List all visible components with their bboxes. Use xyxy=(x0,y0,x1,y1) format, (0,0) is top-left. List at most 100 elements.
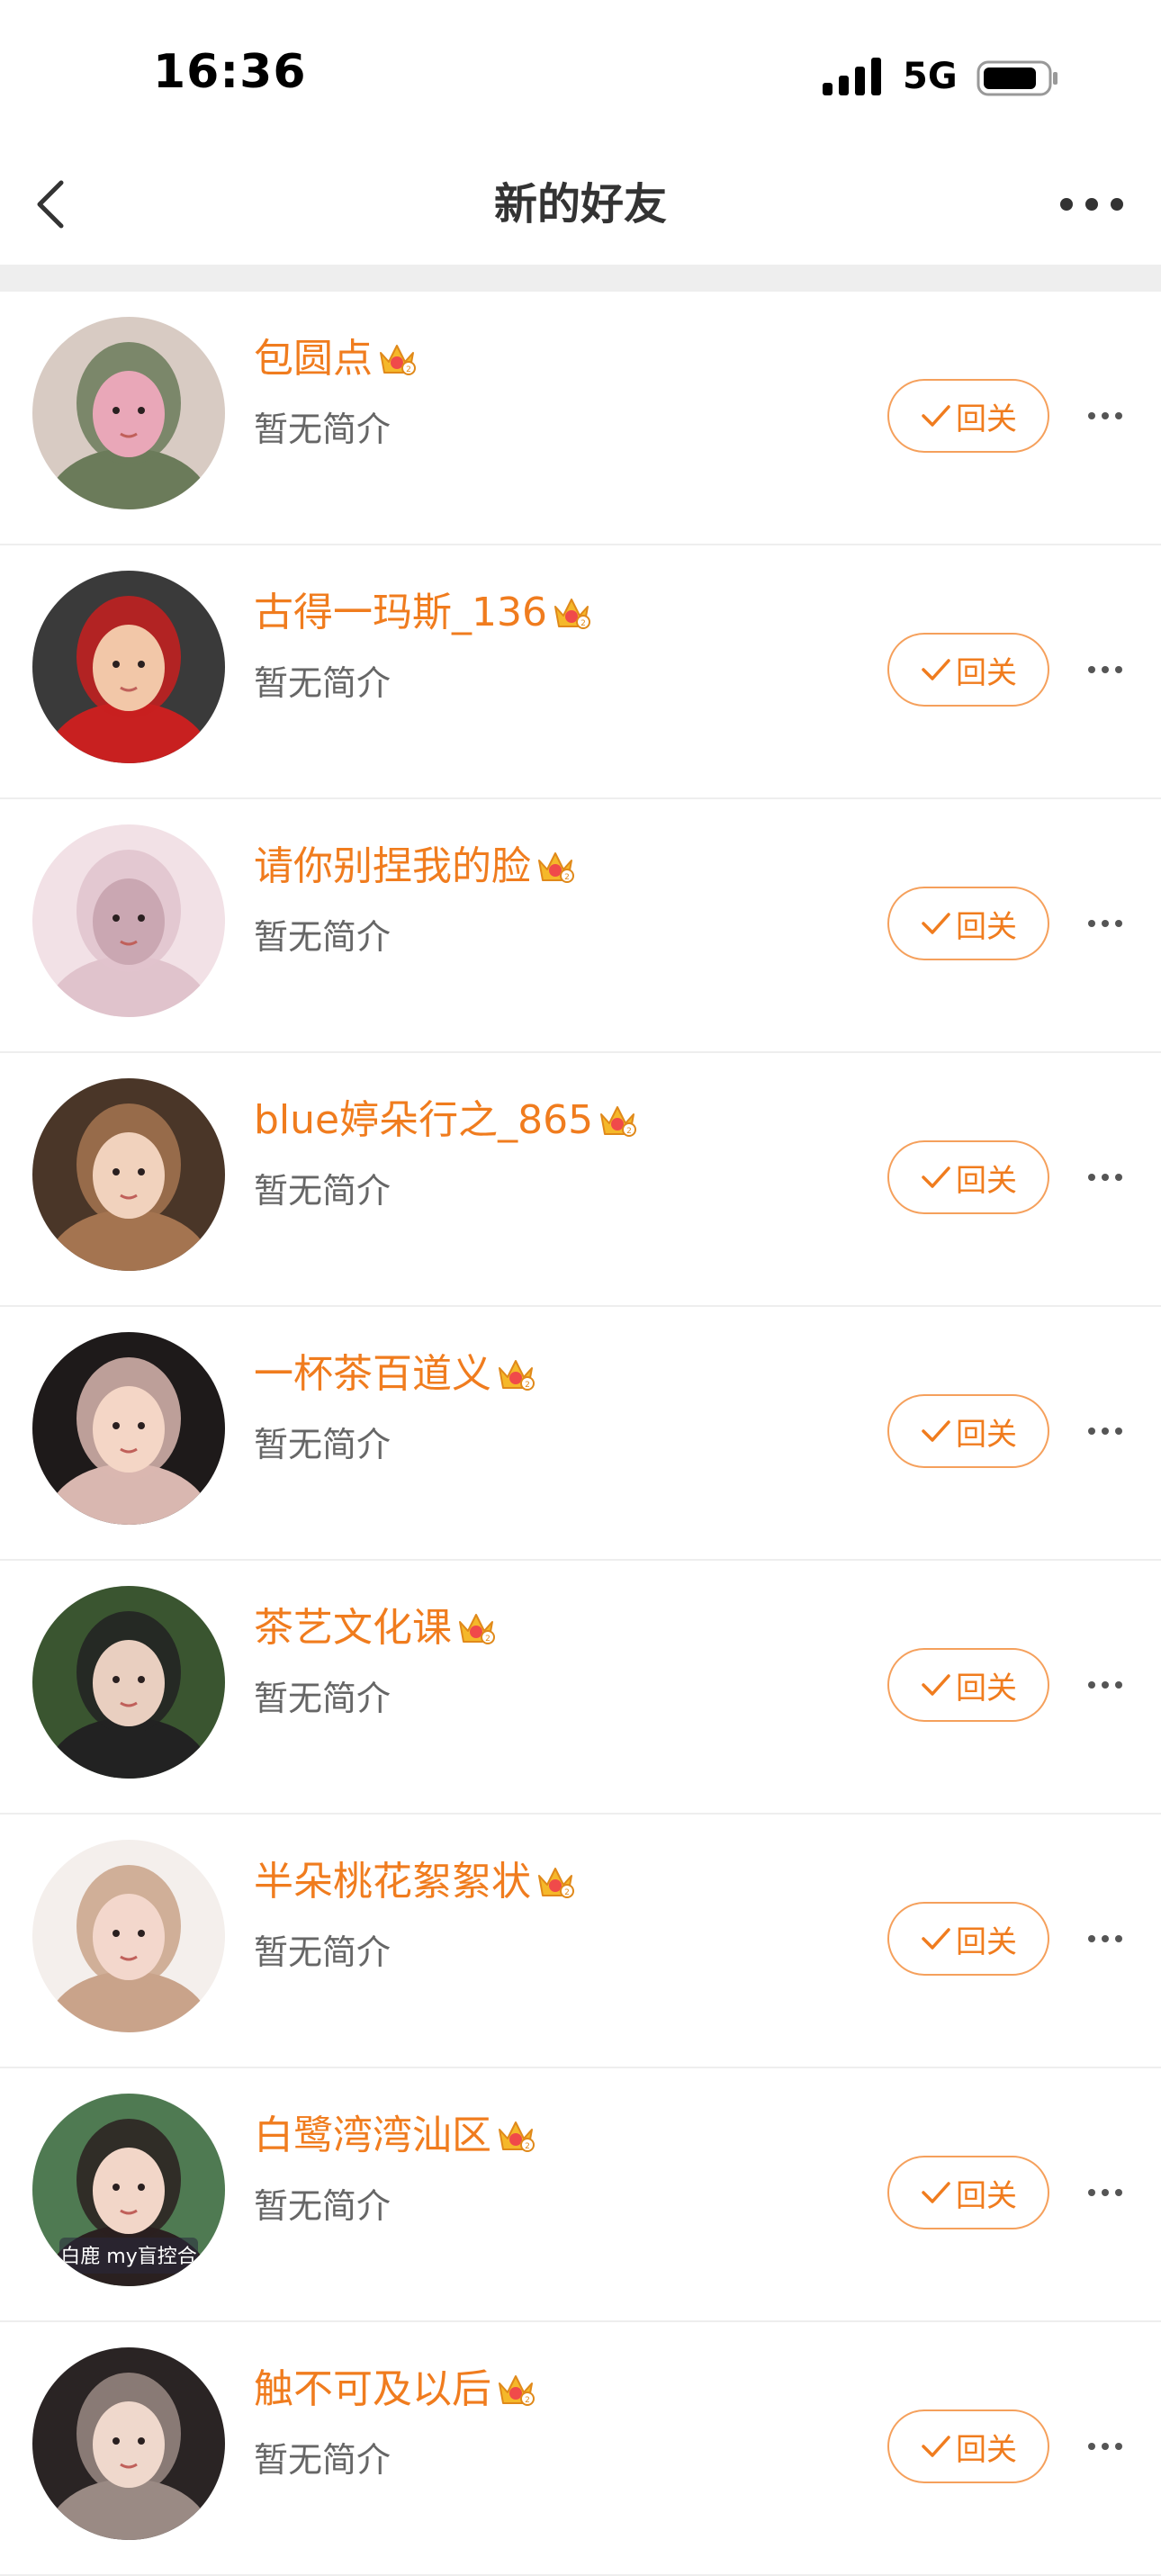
more-horizontal-icon xyxy=(1088,1428,1122,1435)
friend-row[interactable]: 一杯茶百道义 2 暂无简介 回关 xyxy=(0,1307,1161,1561)
more-horizontal-icon xyxy=(1088,1174,1122,1181)
crown-badge-icon: 2 xyxy=(459,1614,495,1644)
crown-badge-icon: 2 xyxy=(499,1360,535,1391)
follow-back-label: 回关 xyxy=(956,1162,1017,1199)
more-horizontal-icon xyxy=(1088,2189,1122,2196)
follow-back-label: 回关 xyxy=(956,1416,1017,1453)
row-more-button[interactable] xyxy=(1076,1406,1134,1456)
follow-back-button[interactable]: 回关 xyxy=(887,1902,1049,1976)
avatar[interactable] xyxy=(32,1078,225,1271)
follow-back-label: 回关 xyxy=(956,654,1017,691)
friend-bio: 暂无简介 xyxy=(254,1425,392,1464)
friend-bio: 暂无简介 xyxy=(254,2186,392,2226)
follow-back-button[interactable]: 回关 xyxy=(887,1648,1049,1722)
friend-name[interactable]: 半朵桃花絮絮状 xyxy=(254,1852,531,1912)
more-horizontal-icon xyxy=(1060,198,1123,211)
crown-badge-icon: 2 xyxy=(499,2121,535,2152)
avatar[interactable] xyxy=(32,1586,225,1779)
friend-row[interactable]: 茶艺文化课 2 暂无简介 回关 xyxy=(0,1561,1161,1815)
friend-name[interactable]: 包圆点 xyxy=(254,329,373,389)
avatar-image xyxy=(32,1840,225,2032)
avatar[interactable] xyxy=(32,317,225,509)
follow-back-button[interactable]: 回关 xyxy=(887,379,1049,453)
status-time: 16:36 xyxy=(153,45,307,99)
svg-text:2: 2 xyxy=(580,619,586,628)
check-icon xyxy=(922,913,950,934)
avatar-image xyxy=(32,824,225,1017)
friend-row[interactable]: blue婷朵行之_865 2 暂无简介 回关 xyxy=(0,1053,1161,1307)
avatar[interactable] xyxy=(32,571,225,763)
avatar[interactable] xyxy=(32,1332,225,1525)
avatar[interactable] xyxy=(32,1840,225,2032)
crown-badge-icon: 2 xyxy=(600,1106,637,1137)
check-icon xyxy=(922,405,950,427)
friend-row[interactable]: 白鹿 my盲控合 白鹭湾湾汕区 2 暂无简介 回关 xyxy=(0,2068,1161,2322)
friend-name[interactable]: 古得一玛斯_136 xyxy=(254,583,547,643)
network-type: 5G xyxy=(903,56,958,97)
row-more-button[interactable] xyxy=(1076,644,1134,695)
name-line: 触不可及以后 2 xyxy=(254,2360,536,2419)
signal-icon xyxy=(823,58,881,95)
follow-back-button[interactable]: 回关 xyxy=(887,1140,1049,1214)
row-more-button[interactable] xyxy=(1076,2421,1134,2472)
name-line: 一杯茶百道义 2 xyxy=(254,1345,536,1404)
avatar[interactable]: 白鹿 my盲控合 xyxy=(32,2094,225,2286)
status-bar: 16:36 5G xyxy=(0,0,1161,144)
more-horizontal-icon xyxy=(1088,2443,1122,2450)
svg-text:2: 2 xyxy=(406,365,411,374)
check-icon xyxy=(922,659,950,680)
more-horizontal-icon xyxy=(1088,666,1122,673)
nav-bar: 新的好友 xyxy=(0,144,1161,265)
row-more-button[interactable] xyxy=(1076,1660,1134,1710)
more-horizontal-icon xyxy=(1088,1681,1122,1689)
friend-name[interactable]: 请你别捏我的脸 xyxy=(254,837,531,896)
avatar-caption: 白鹿 my盲控合 xyxy=(60,2246,196,2268)
svg-text:2: 2 xyxy=(525,2396,530,2405)
svg-text:2: 2 xyxy=(626,1127,632,1136)
friend-name[interactable]: blue婷朵行之_865 xyxy=(254,1091,593,1150)
follow-back-button[interactable]: 回关 xyxy=(887,1394,1049,1468)
name-line: 茶艺文化课 2 xyxy=(254,1599,497,1658)
check-icon xyxy=(922,1420,950,1442)
row-more-button[interactable] xyxy=(1076,391,1134,441)
more-options-button[interactable] xyxy=(1051,175,1132,234)
crown-badge-icon: 2 xyxy=(499,2375,535,2406)
row-more-button[interactable] xyxy=(1076,1914,1134,1964)
avatar-image xyxy=(32,317,225,509)
page-title: 新的好友 xyxy=(493,179,667,230)
follow-back-button[interactable]: 回关 xyxy=(887,2409,1049,2483)
friend-bio: 暂无简介 xyxy=(254,1171,392,1211)
name-line: 请你别捏我的脸 2 xyxy=(254,837,576,896)
crown-badge-icon: 2 xyxy=(380,345,416,375)
avatar-image xyxy=(32,1586,225,1779)
row-more-button[interactable] xyxy=(1076,898,1134,949)
section-divider xyxy=(0,265,1161,292)
name-line: blue婷朵行之_865 2 xyxy=(254,1091,638,1150)
avatar[interactable] xyxy=(32,824,225,1017)
follow-back-button[interactable]: 回关 xyxy=(887,633,1049,707)
friend-row[interactable]: 包圆点 2 暂无简介 回关 xyxy=(0,292,1161,545)
friend-name[interactable]: 白鹭湾湾汕区 xyxy=(254,2106,491,2166)
more-horizontal-icon xyxy=(1088,920,1122,927)
name-line: 古得一玛斯_136 2 xyxy=(254,583,592,643)
friend-row[interactable]: 古得一玛斯_136 2 暂无简介 回关 xyxy=(0,545,1161,799)
friend-bio: 暂无简介 xyxy=(254,917,392,957)
battery-icon xyxy=(976,60,1058,96)
friend-row[interactable]: 半朵桃花絮絮状 2 暂无简介 回关 xyxy=(0,1815,1161,2068)
follow-back-button[interactable]: 回关 xyxy=(887,887,1049,960)
avatar[interactable] xyxy=(32,2347,225,2540)
more-horizontal-icon xyxy=(1088,1935,1122,1942)
friend-name[interactable]: 茶艺文化课 xyxy=(254,1599,452,1658)
friend-bio: 暂无简介 xyxy=(254,663,392,703)
row-more-button[interactable] xyxy=(1076,2167,1134,2218)
crown-badge-icon: 2 xyxy=(554,599,590,629)
friend-row[interactable]: 请你别捏我的脸 2 暂无简介 回关 xyxy=(0,799,1161,1053)
follow-back-label: 回关 xyxy=(956,401,1017,437)
name-line: 白鹭湾湾汕区 2 xyxy=(254,2106,536,2166)
friend-name[interactable]: 触不可及以后 xyxy=(254,2360,491,2419)
follow-back-button[interactable]: 回关 xyxy=(887,2156,1049,2229)
friend-row[interactable]: 触不可及以后 2 暂无简介 回关 xyxy=(0,2322,1161,2576)
row-more-button[interactable] xyxy=(1076,1152,1134,1202)
friend-name[interactable]: 一杯茶百道义 xyxy=(254,1345,491,1404)
svg-text:2: 2 xyxy=(525,1381,530,1390)
